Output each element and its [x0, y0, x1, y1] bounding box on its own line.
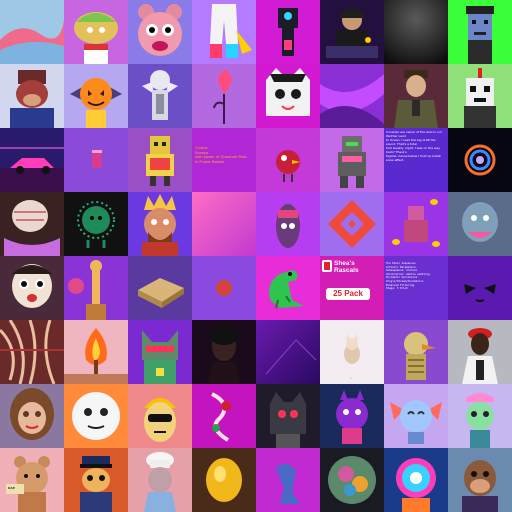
tile-yellow-robot[interactable]	[128, 128, 192, 192]
tile-dap-bear[interactable]: DAP	[0, 448, 64, 512]
tile-dark-woman[interactable]	[192, 320, 256, 384]
tile-text-block: Cryptic Shaayo with power of Quantum Pas…	[195, 146, 247, 164]
tile-police-bird[interactable]	[64, 448, 128, 512]
tile-parameter-list[interactable]: The Eskin Sequences Cofnetic Parameters …	[384, 256, 448, 320]
tile-cryptic-text[interactable]: Cryptic Shaayo with power of Quantum Pas…	[192, 128, 256, 192]
tile-green-dinosaur[interactable]	[256, 256, 320, 320]
tile-dark-gradient[interactable]	[384, 0, 448, 64]
text-line: bird weekly, night. I was on the way bac…	[386, 146, 441, 154]
tile-crowned-king[interactable]	[128, 192, 192, 256]
tile-text-block: The Eskin Sequences Cofnetic Parameters …	[386, 262, 446, 291]
tile-rainbow-pants[interactable]	[192, 0, 256, 64]
tile-round-face[interactable]	[64, 384, 128, 448]
tile-dj-man[interactable]	[320, 0, 384, 64]
tile-text-block: Consider are owner of the land in our Pa…	[386, 130, 446, 162]
tile-red-cap-woman[interactable]	[448, 320, 512, 384]
tile-hardhat-egg[interactable]	[128, 384, 192, 448]
text-line: tagline. Cause below I hold up ballet sn…	[386, 154, 441, 162]
text-line: Consider are owner of the land in our Pa…	[386, 130, 443, 138]
tile-pink-texture[interactable]	[192, 192, 256, 256]
tile-golden-orb[interactable]	[192, 448, 256, 512]
tile-pirate-cat[interactable]	[256, 64, 320, 128]
tile-burrito-character[interactable]	[64, 0, 128, 64]
nft-thumbnail-grid: Cryptic Shaayo with power of Quantum Pas…	[0, 0, 512, 512]
tile-caption: •	[350, 376, 352, 380]
tile-officer-portrait[interactable]	[384, 64, 448, 128]
tile-red-diamond-logo[interactable]	[320, 192, 384, 256]
tile-green-virus[interactable]	[64, 192, 128, 256]
tile-armored-knight[interactable]	[128, 64, 192, 128]
tile-neon-car[interactable]	[0, 128, 64, 192]
tile-crying-face[interactable]	[0, 256, 64, 320]
tile-eggplant-mask[interactable]	[256, 192, 320, 256]
tile-robot-silhouette[interactable]	[256, 0, 320, 64]
pack-count-label: 25 Pack	[326, 288, 370, 300]
tile-blue-figure[interactable]	[256, 448, 320, 512]
tile-pixel-viking[interactable]	[448, 64, 512, 128]
tile-purple-monster[interactable]	[320, 384, 384, 448]
text-line: to Ocean. I read the big draft the sound…	[386, 138, 436, 146]
tile-green-robot[interactable]	[320, 128, 384, 192]
tile-cardboard-box[interactable]	[128, 256, 192, 320]
tile-green-wolf[interactable]	[128, 320, 192, 384]
tile-red-bird[interactable]	[256, 128, 320, 192]
tile-bandaged-creature[interactable]	[0, 192, 64, 256]
tile-pink-bear[interactable]	[128, 0, 192, 64]
tile-flame-tree[interactable]	[64, 320, 128, 384]
tile-bees-robot[interactable]	[384, 192, 448, 256]
tile-armored-cat[interactable]	[256, 384, 320, 448]
tile-abstract-scribble[interactable]	[0, 320, 64, 384]
title-line: Shea's	[334, 260, 355, 267]
tile-orange-sun[interactable]	[192, 256, 256, 320]
tile-story-text[interactable]: Consider are owner of the land in our Pa…	[384, 128, 448, 192]
tile-abstract-purple[interactable]	[320, 64, 384, 128]
badge-label: DAP	[8, 486, 16, 490]
tile-pumpkin-bat[interactable]	[64, 64, 128, 128]
tile-pink-flower[interactable]	[192, 64, 256, 128]
tile-giraffe-anchor[interactable]	[64, 256, 128, 320]
tile-vortex[interactable]	[448, 128, 512, 192]
tile-pink-zombie[interactable]	[448, 192, 512, 256]
tile-rascals-pack[interactable]: Shea's Rascals 25 Pack	[320, 256, 384, 320]
title-line: Rascals	[334, 267, 359, 274]
tile-purple-gradient[interactable]	[256, 320, 320, 384]
tile-cat-figurine[interactable]: •	[320, 320, 384, 384]
tile-ape-helmet[interactable]	[0, 64, 64, 128]
tile-winged-cat[interactable]	[384, 384, 448, 448]
tile-pink-swirl[interactable]	[0, 0, 64, 64]
tile-bored-ape[interactable]	[448, 448, 512, 512]
tile-skeleton-duck[interactable]	[384, 320, 448, 384]
text-line: in Purple Robots	[195, 159, 225, 164]
tile-alien-eyes[interactable]	[448, 256, 512, 320]
tile-vine-creature[interactable]	[192, 384, 256, 448]
text-line: Stage: 3 Pilot	[386, 287, 408, 291]
rascals-title: Shea's Rascals	[334, 260, 378, 274]
tile-green-pixel-punk[interactable]	[448, 0, 512, 64]
tile-coral-sphere[interactable]	[320, 448, 384, 512]
tile-chef-hat[interactable]	[128, 448, 192, 512]
tile-purple-can[interactable]	[64, 128, 128, 192]
tile-curly-girl[interactable]	[0, 384, 64, 448]
tile-green-skull[interactable]	[448, 384, 512, 448]
tile-space-helmet[interactable]	[384, 448, 448, 512]
